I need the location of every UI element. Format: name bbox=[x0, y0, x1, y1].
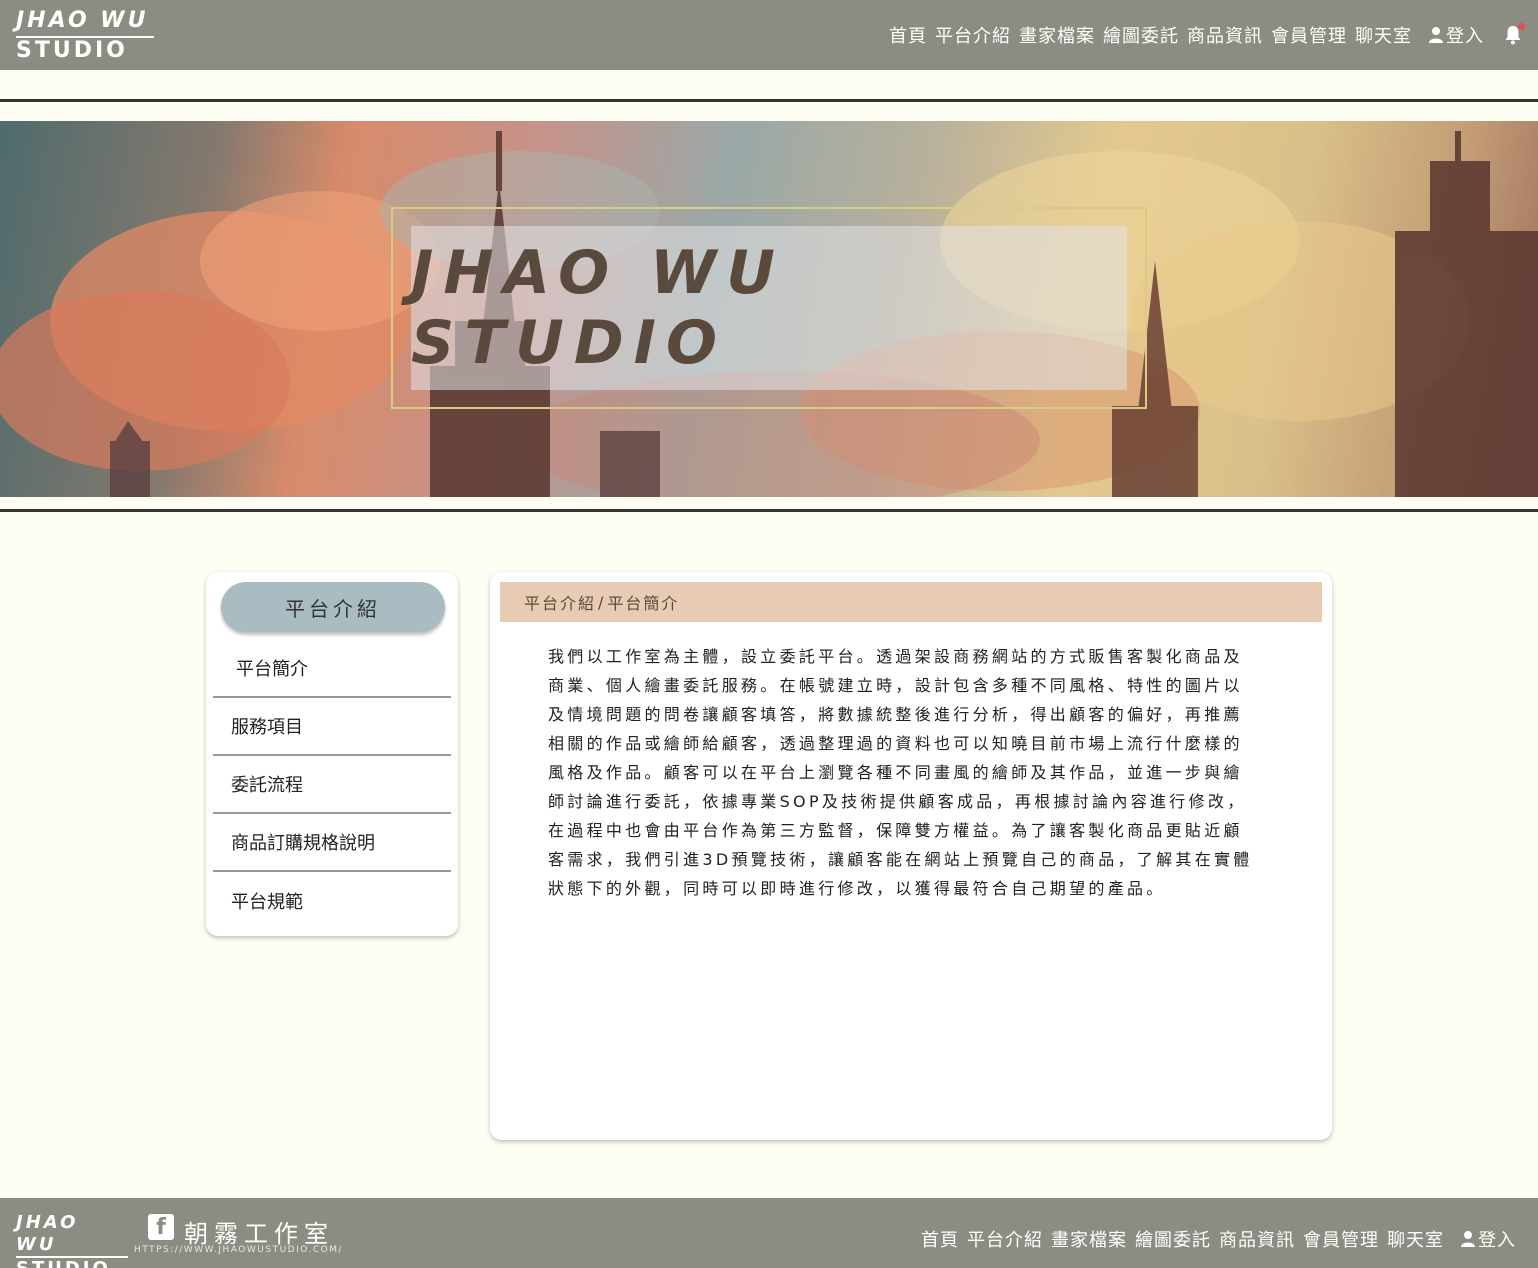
footer-logo[interactable]: JHAO WU STUDIO bbox=[16, 1212, 128, 1268]
intro-line: 師討論進行委託，依據專業SOP及技術提供顧客成品，再根據討論內容進行修改， bbox=[548, 792, 1247, 811]
intro-line: 客需求，我們引進3D預覽技術，讓顧客能在網站上預覽自己的商品，了解其在實體 bbox=[548, 850, 1253, 869]
banner-title-box: JHAO WU STUDIO bbox=[411, 226, 1127, 390]
nav-commission[interactable]: 繪圖委託 bbox=[1103, 22, 1179, 48]
intro-line: 及情境問題的問卷讓顧客填答，將數據統整後進行分析，得出顧客的偏好，再推薦 bbox=[548, 705, 1243, 724]
breadcrumb: 平台介紹 / 平台簡介 bbox=[500, 582, 1322, 622]
footer-nav-commission[interactable]: 繪圖委託 bbox=[1135, 1226, 1211, 1252]
user-icon bbox=[1461, 1231, 1475, 1247]
banner-title: JHAO WU STUDIO bbox=[411, 238, 785, 378]
footer-nav-home[interactable]: 首頁 bbox=[921, 1226, 959, 1252]
footer-login-label: 登入 bbox=[1478, 1230, 1516, 1251]
intro-line: 在過程中也會由平台作為第三方監督，保障雙方權益。為了讓客製化商品更貼近顧 bbox=[548, 821, 1243, 840]
logo-line-2: STUDIO bbox=[16, 38, 128, 63]
footer-nav-products[interactable]: 商品資訊 bbox=[1219, 1226, 1295, 1252]
divider-bottom bbox=[0, 509, 1538, 512]
footer-nav-platform-intro[interactable]: 平台介紹 bbox=[967, 1226, 1043, 1252]
notification-bell[interactable] bbox=[1504, 23, 1525, 45]
top-navbar: JHAO WU STUDIO 首頁 平台介紹 畫家檔案 繪圖委託 商品資訊 會員… bbox=[0, 0, 1538, 70]
sidebar: 平台介紹 平台簡介 服務項目 委託流程 商品訂購規格說明 平台規範 bbox=[206, 572, 458, 936]
sidebar-item-services[interactable]: 服務項目 bbox=[213, 698, 451, 756]
sidebar-item-order-specs[interactable]: 商品訂購規格說明 bbox=[213, 814, 451, 872]
sidebar-item-platform-rules[interactable]: 平台規範 bbox=[213, 872, 451, 930]
studio-name: 朝霧工作室 bbox=[184, 1220, 334, 1248]
footer-nav-member[interactable]: 會員管理 bbox=[1303, 1226, 1379, 1252]
breadcrumb-parent[interactable]: 平台介紹 bbox=[524, 590, 596, 614]
footer-nav: 首頁 平台介紹 畫家檔案 繪圖委託 商品資訊 會員管理 聊天室 登入 bbox=[921, 1226, 1516, 1252]
nav-products[interactable]: 商品資訊 bbox=[1187, 22, 1263, 48]
intro-paragraph: 我們以工作室為主體，設立委託平台。透過架設商務網站的方式販售客製化商品及 商業、… bbox=[548, 642, 1286, 903]
sidebar-heading: 平台介紹 bbox=[221, 582, 445, 632]
divider-top bbox=[0, 99, 1538, 102]
footer-login-link[interactable]: 登入 bbox=[1460, 1226, 1516, 1252]
intro-line: 相關的作品或繪師給顧客，透過整理過的資料也可以知曉目前市場上流行什麼樣的 bbox=[548, 734, 1243, 753]
user-icon bbox=[1429, 27, 1443, 43]
content-panel: 平台介紹 / 平台簡介 我們以工作室為主體，設立委託平台。透過架設商務網站的方式… bbox=[490, 572, 1332, 1140]
breadcrumb-current: 平台簡介 bbox=[607, 594, 680, 613]
facebook-icon[interactable]: f bbox=[148, 1214, 174, 1240]
intro-line: 我們以工作室為主體，設立委託平台。透過架設商務網站的方式販售客製化商品及 bbox=[548, 647, 1243, 666]
nav-artist-profiles[interactable]: 畫家檔案 bbox=[1019, 22, 1095, 48]
sidebar-item-commission-process[interactable]: 委託流程 bbox=[213, 756, 451, 814]
footer-logo-line-2: STUDIO bbox=[16, 1258, 128, 1268]
footer: JHAO WU STUDIO f 朝霧工作室 HTTPS://WWW.JHAOW… bbox=[0, 1198, 1538, 1268]
nav-platform-intro[interactable]: 平台介紹 bbox=[935, 22, 1011, 48]
intro-line: 風格及作品。顧客可以在平台上瀏覽各種不同畫風的繪師及其作品，並進一步與繪 bbox=[548, 763, 1243, 782]
nav-chatroom[interactable]: 聊天室 bbox=[1355, 22, 1412, 48]
notification-dot bbox=[1518, 23, 1525, 30]
nav-home[interactable]: 首頁 bbox=[889, 22, 927, 48]
login-label: 登入 bbox=[1446, 26, 1484, 47]
nav-member[interactable]: 會員管理 bbox=[1271, 22, 1347, 48]
footer-url[interactable]: HTTPS://WWW.JHAOWUSTUDIO.COM/ bbox=[134, 1245, 343, 1255]
logo-line-1: JHAO WU bbox=[16, 8, 154, 38]
main-nav: 首頁 平台介紹 畫家檔案 繪圖委託 商品資訊 會員管理 聊天室 登入 bbox=[889, 22, 1525, 48]
site-logo[interactable]: JHAO WU STUDIO bbox=[16, 8, 154, 64]
sidebar-item-platform-overview[interactable]: 平台簡介 bbox=[213, 640, 451, 698]
intro-line: 狀態下的外觀，同時可以即時進行修改，以獲得最符合自己期望的產品。 bbox=[548, 879, 1166, 898]
breadcrumb-separator: / bbox=[598, 592, 606, 612]
hero-banner: JHAO WU STUDIO bbox=[0, 121, 1538, 497]
footer-nav-chatroom[interactable]: 聊天室 bbox=[1387, 1226, 1444, 1252]
footer-logo-line-1: JHAO WU bbox=[16, 1212, 128, 1258]
intro-line: 商業、個人繪畫委託服務。在帳號建立時，設計包含多種不同風格、特性的圖片以 bbox=[548, 676, 1243, 695]
login-link[interactable]: 登入 bbox=[1428, 22, 1484, 48]
footer-nav-artist-profiles[interactable]: 畫家檔案 bbox=[1051, 1226, 1127, 1252]
